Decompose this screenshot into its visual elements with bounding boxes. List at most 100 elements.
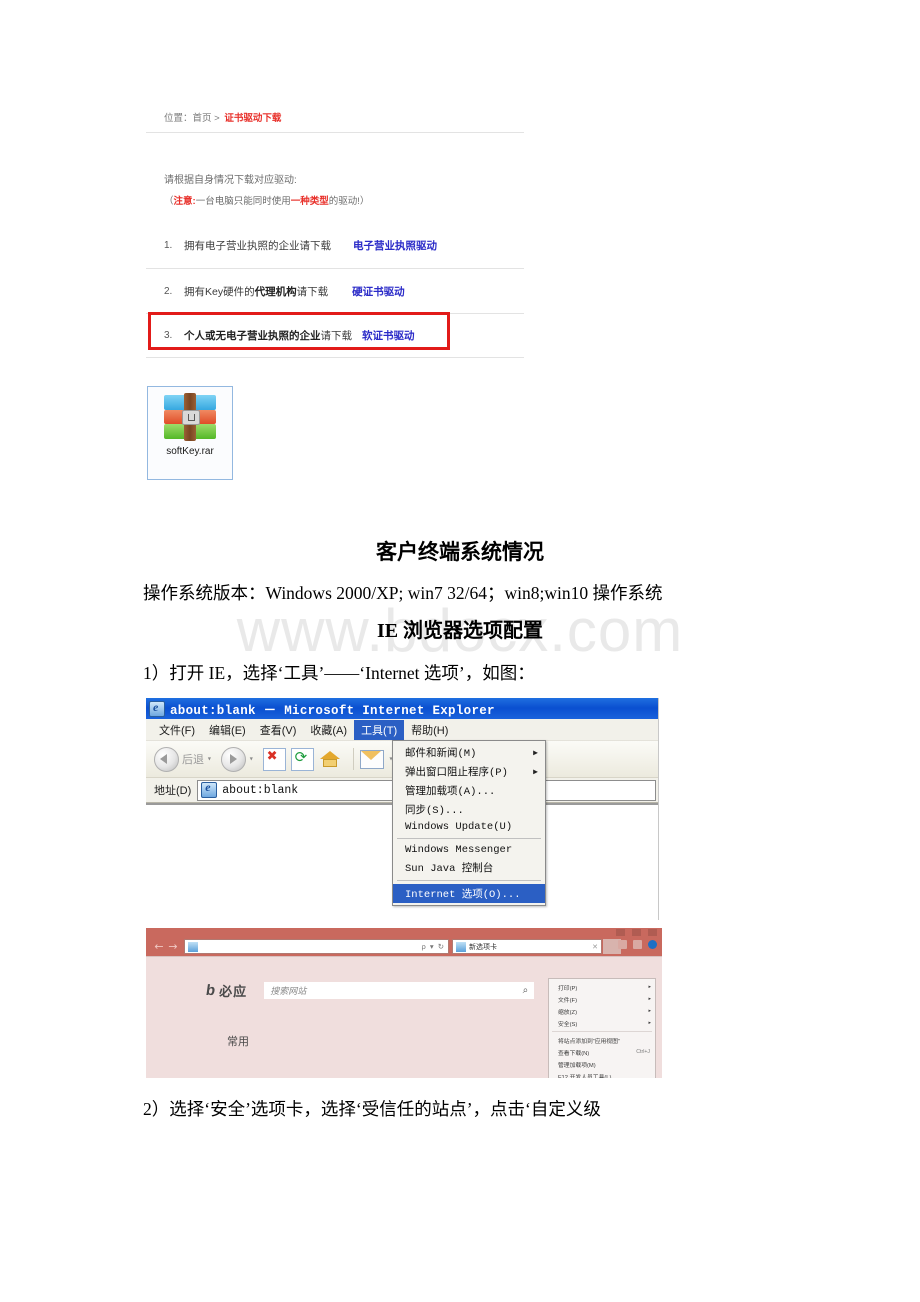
- ie11-gear-dropdown-menu: 打印(P) ▸ 文件(F) ▸ 缩放(Z) ▸ 安全(S) ▸ 将站点添加到“应用视图”…: [548, 978, 656, 1078]
- file-item-softkey[interactable]: softKey.rar: [147, 386, 233, 480]
- menu-item-label: 管理加载项(A)...: [405, 786, 496, 798]
- gear-icon[interactable]: [648, 940, 657, 949]
- notice-primary: 请根据自身情况下载对应驱动:: [164, 175, 297, 186]
- menu-item-label: 文件(F): [558, 997, 577, 1004]
- menu-item-label: Sun Java 控制台: [405, 863, 494, 875]
- browser-tab[interactable]: 新选项卡 ✕: [452, 939, 602, 954]
- breadcrumb-current[interactable]: 证书驱动下载: [224, 113, 281, 124]
- close-button[interactable]: [648, 929, 657, 936]
- chevron-down-icon[interactable]: ▾: [207, 754, 212, 764]
- menu-item-windows-messenger[interactable]: Windows Messenger: [393, 842, 545, 858]
- mail-icon[interactable]: [359, 749, 384, 769]
- breadcrumb: 位置：首页 > 证书驱动下载: [146, 104, 524, 132]
- row-desc-tail: 请下载: [296, 285, 329, 298]
- menu-item-manage-addons[interactable]: 管理加载项(A)...: [393, 781, 545, 800]
- menu-help[interactable]: 帮助(H): [404, 720, 455, 740]
- back-icon: [154, 746, 179, 772]
- maximize-button[interactable]: [632, 929, 641, 936]
- forward-icon: [220, 746, 246, 772]
- menu-item-sync[interactable]: 同步(S)...: [393, 800, 545, 819]
- toolbar-separator: [352, 748, 354, 770]
- notice-close-paren: ）: [359, 196, 370, 207]
- step-1-text: 1）打开 IE，选择‘工具’——‘Internet 选项’，如图：: [143, 663, 535, 683]
- chevron-down-icon[interactable]: ▾: [249, 754, 254, 764]
- home-icon[interactable]: [319, 749, 341, 769]
- menu-item-label: 缩放(Z): [558, 1009, 577, 1016]
- menu-item-file[interactable]: 文件(F) ▸: [549, 993, 655, 1005]
- os-version-line: 操作系统版本：Windows 2000/XP; win7 32/64；win8;…: [143, 583, 663, 603]
- menu-item-zoom[interactable]: 缩放(Z) ▸: [549, 1005, 655, 1017]
- menu-item-safety[interactable]: 安全(S) ▸: [549, 1017, 655, 1029]
- address-input[interactable]: ρ ▾ ↻: [184, 939, 449, 954]
- winrar-archive-icon: [164, 393, 216, 441]
- menu-item-print[interactable]: 打印(P) ▸: [549, 981, 655, 993]
- breadcrumb-prefix: 位置：首页 >: [164, 113, 220, 124]
- frequent-sites-label: 常用: [227, 1036, 249, 1048]
- menu-separator: [552, 1031, 652, 1032]
- menu-item-label: 同步(S)...: [405, 805, 464, 817]
- download-link-business-license[interactable]: 电子营业执照驱动: [353, 238, 441, 253]
- minimize-button[interactable]: [616, 929, 625, 936]
- download-row-1[interactable]: 1. 拥有电子营业执照的企业请下载 电子营业执照驱动: [146, 223, 524, 268]
- menu-tools[interactable]: 工具(T): [354, 719, 405, 740]
- download-list: 1. 拥有电子营业执照的企业请下载 电子营业执照驱动 2. 拥有Key硬件的代理…: [146, 223, 524, 358]
- download-row-2[interactable]: 2. 拥有Key硬件的代理机构请下载 硬证书驱动: [146, 268, 524, 313]
- menu-item-mail-news[interactable]: 邮件和新闻(M) ▶: [393, 743, 545, 762]
- submenu-arrow-icon: ▸: [648, 1008, 651, 1014]
- ie11-tool-icons: [618, 940, 657, 949]
- submenu-arrow-icon: ▸: [648, 1020, 651, 1026]
- menu-item-label: Internet 选项(O)...: [405, 889, 521, 901]
- page-icon: [188, 941, 198, 952]
- menu-item-label: 邮件和新闻(M): [405, 748, 477, 760]
- menu-edit[interactable]: 编辑(E): [202, 720, 253, 740]
- notice-mid-2: 的驱动!: [328, 196, 360, 207]
- menu-item-label: Windows Update(U): [405, 821, 513, 833]
- download-row-3[interactable]: 3. 个人或无电子营业执照的企业请下载 软证书驱动: [146, 313, 524, 358]
- notice-secondary: （注意:一台电脑只能同时使用一种类型的驱动!）: [164, 193, 524, 207]
- download-link-hard-certificate[interactable]: 硬证书驱动: [352, 284, 409, 299]
- menu-view[interactable]: 查看(V): [253, 720, 304, 740]
- menu-item-label: Windows Messenger: [405, 844, 513, 856]
- menu-item-view-downloads[interactable]: 查看下载(N) Ctrl+J: [549, 1046, 655, 1058]
- row-description: 拥有电子营业执照的企业请下载: [184, 240, 331, 252]
- home-icon[interactable]: [618, 940, 627, 949]
- ie11-nav-row: ← → ρ ▾ ↻ 新选项卡 ✕: [146, 938, 662, 955]
- back-icon[interactable]: ←: [152, 940, 166, 954]
- menu-favorites[interactable]: 收藏(A): [303, 720, 354, 740]
- stop-icon[interactable]: [262, 747, 286, 771]
- refresh-icon[interactable]: [290, 747, 314, 771]
- bing-search-row: b 必应 搜索网站 ⌕: [205, 981, 535, 1000]
- ie-logo-icon: [149, 700, 165, 717]
- menu-item-accelerator: Ctrl+J: [636, 1049, 650, 1055]
- back-button[interactable]: 后退 ▾: [154, 746, 217, 772]
- row-desc-tail: 请下载: [320, 330, 353, 342]
- tools-dropdown-menu: 邮件和新闻(M) ▶ 弹出窗口阻止程序(P) ▶ 管理加载项(A)... 同步(…: [392, 740, 546, 906]
- submenu-arrow-icon: ▶: [533, 767, 538, 777]
- download-link-soft-certificate[interactable]: 软证书驱动: [362, 328, 419, 343]
- page-icon: [201, 780, 218, 798]
- submenu-arrow-icon: ▸: [648, 996, 651, 1002]
- search-icon[interactable]: ⌕: [523, 985, 529, 996]
- notice-warning-emphasis: 一种类型: [290, 196, 329, 207]
- menu-item-sun-java-console[interactable]: Sun Java 控制台: [393, 858, 545, 877]
- menu-item-popup-blocker[interactable]: 弹出窗口阻止程序(P) ▶: [393, 762, 545, 781]
- menu-item-label: 安全(S): [558, 1021, 578, 1028]
- ie-menu-bar: 文件(F) 编辑(E) 查看(V) 收藏(A) 工具(T) 帮助(H): [146, 719, 658, 741]
- address-bar-icons[interactable]: ρ ▾ ↻: [422, 942, 445, 951]
- menu-item-f12-dev-tools[interactable]: F12 开发人员工具(L): [549, 1070, 655, 1079]
- menu-file[interactable]: 文件(F): [152, 720, 202, 740]
- search-input[interactable]: 搜索网站 ⌕: [264, 982, 535, 999]
- forward-button[interactable]: ▾: [220, 746, 259, 772]
- menu-item-windows-update[interactable]: Windows Update(U): [393, 819, 545, 835]
- menu-item-add-site-to-apps-view[interactable]: 将站点添加到“应用视图”: [549, 1034, 655, 1046]
- ie11-page-body: b 必应 搜索网站 ⌕ 常用 打印(P) ▸ 文件(F) ▸ 缩放(Z) ▸ 安全(S…: [146, 956, 662, 1078]
- close-icon[interactable]: ✕: [592, 943, 598, 951]
- menu-item-internet-options[interactable]: Internet 选项(O)...: [393, 884, 545, 903]
- notice-open-paren: （: [164, 196, 174, 207]
- menu-item-manage-addons[interactable]: 管理加载项(M): [549, 1058, 655, 1070]
- favorites-icon[interactable]: [633, 940, 642, 949]
- row-number: 2.: [164, 285, 173, 297]
- row-description: 拥有Key硬件的代理机构请下载: [184, 284, 328, 299]
- row-desc-bold: 代理机构: [254, 285, 297, 298]
- forward-icon[interactable]: →: [166, 940, 180, 954]
